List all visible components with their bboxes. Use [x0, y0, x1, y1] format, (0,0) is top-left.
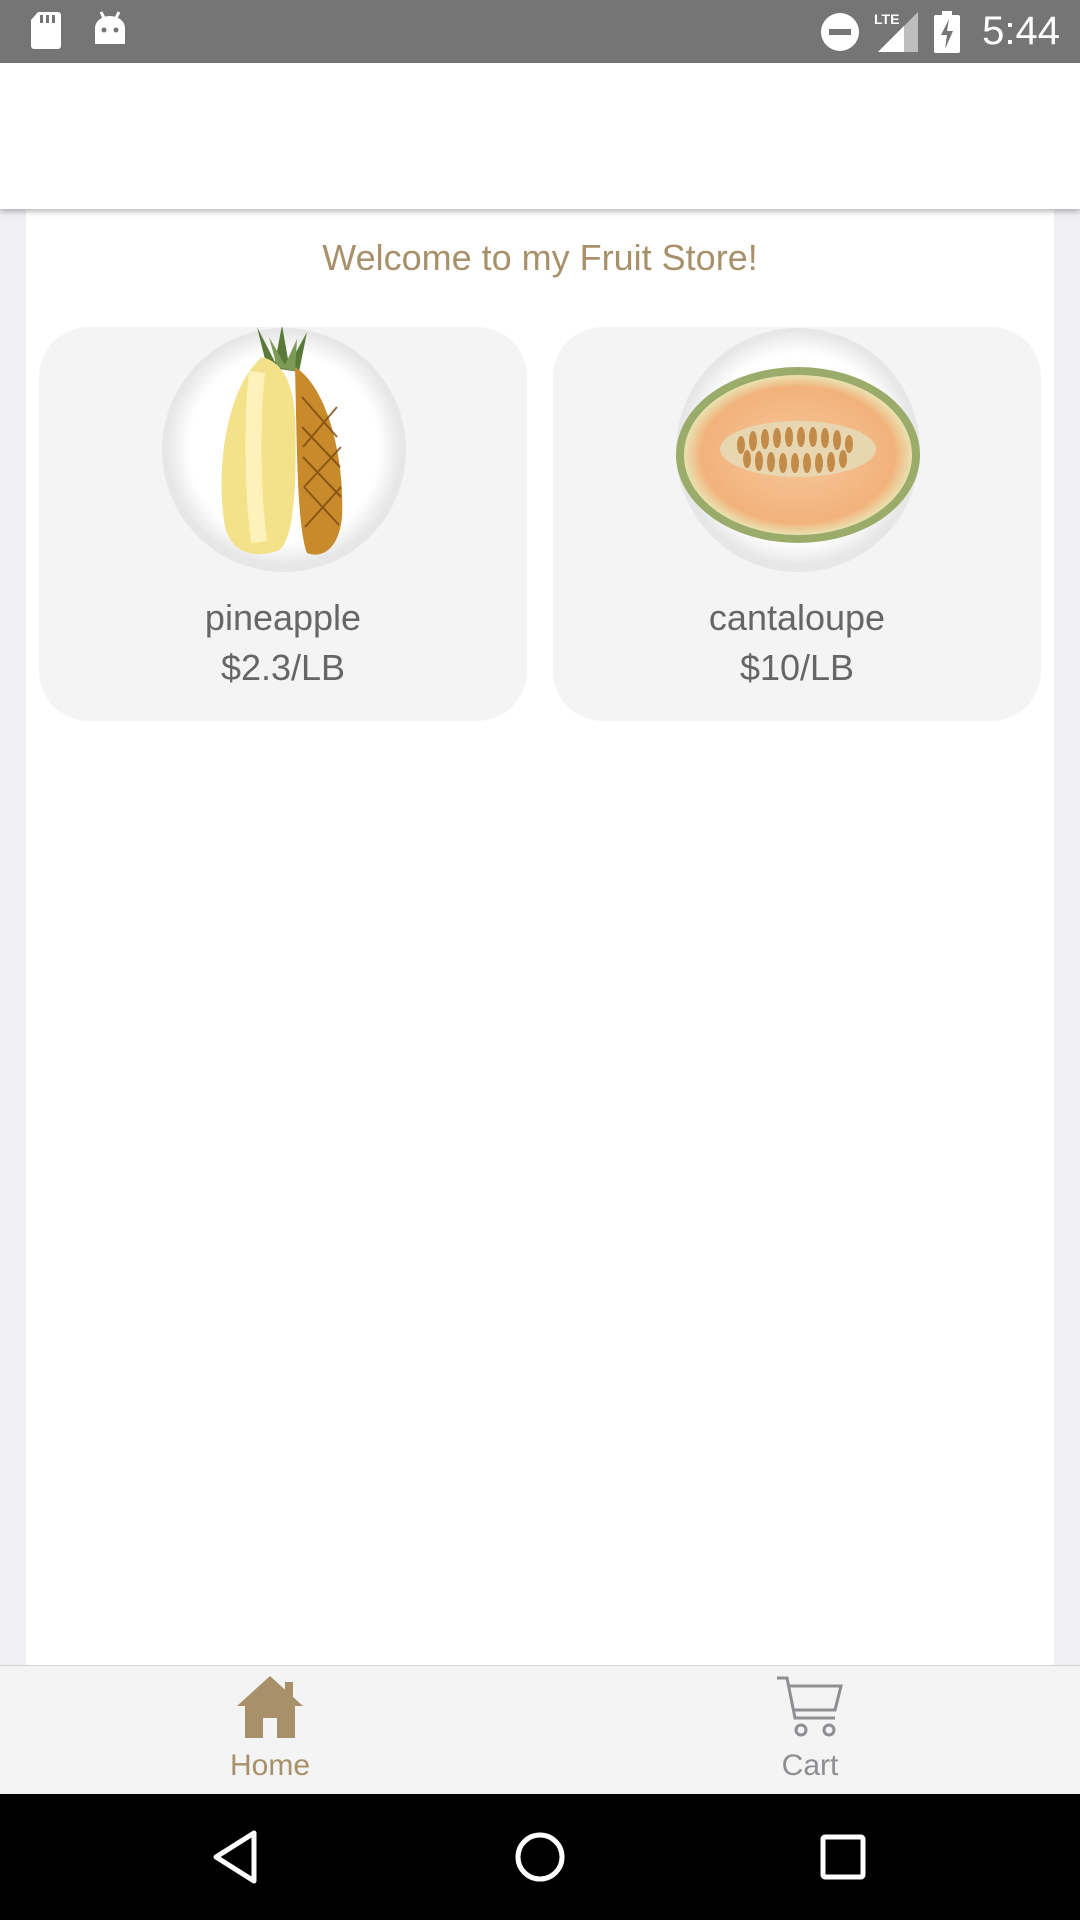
- navigation-bar: [0, 1794, 1080, 1920]
- battery-charging-icon: [934, 10, 961, 53]
- home-circle-icon[interactable]: [512, 1827, 568, 1892]
- network-label: LTE: [874, 11, 899, 27]
- product-card-pineapple[interactable]: pineapple $2.3/LB: [39, 327, 527, 721]
- sd-card-icon: [30, 10, 62, 50]
- status-time: 5:44: [982, 9, 1060, 53]
- welcome-title: Welcome to my Fruit Store!: [322, 237, 758, 278]
- signal-icon: LTE: [874, 10, 920, 54]
- tab-bar: Home Cart: [0, 1665, 1080, 1795]
- tab-home[interactable]: Home: [0, 1666, 540, 1795]
- product-card-cantaloupe[interactable]: cantaloupe $10/LB: [553, 327, 1041, 721]
- tab-label-home: Home: [229, 1749, 311, 1782]
- home-icon: [235, 1674, 305, 1745]
- cart-icon: [775, 1674, 845, 1745]
- product-name: pineapple: [204, 597, 362, 638]
- cantaloupe-image: [671, 327, 925, 589]
- tab-cart[interactable]: Cart: [540, 1666, 1080, 1795]
- tab-label-cart: Cart: [781, 1749, 839, 1782]
- recents-icon[interactable]: [818, 1827, 868, 1892]
- android-icon: [92, 10, 128, 50]
- do-not-disturb-icon: [820, 12, 860, 52]
- main-content: Welcome to my Fruit Store! pineapple $2.…: [26, 209, 1054, 1665]
- product-price: $2.3/LB: [220, 647, 346, 688]
- screen: LTE 5:44 Welcome to my Fruit Store! pine…: [0, 0, 1080, 1920]
- status-bar: LTE 5:44: [0, 0, 1080, 63]
- app-header: [0, 63, 1080, 209]
- back-icon[interactable]: [210, 1827, 260, 1892]
- product-name: cantaloupe: [708, 597, 886, 638]
- pineapple-image: [157, 327, 411, 589]
- product-price: $10/LB: [739, 647, 855, 688]
